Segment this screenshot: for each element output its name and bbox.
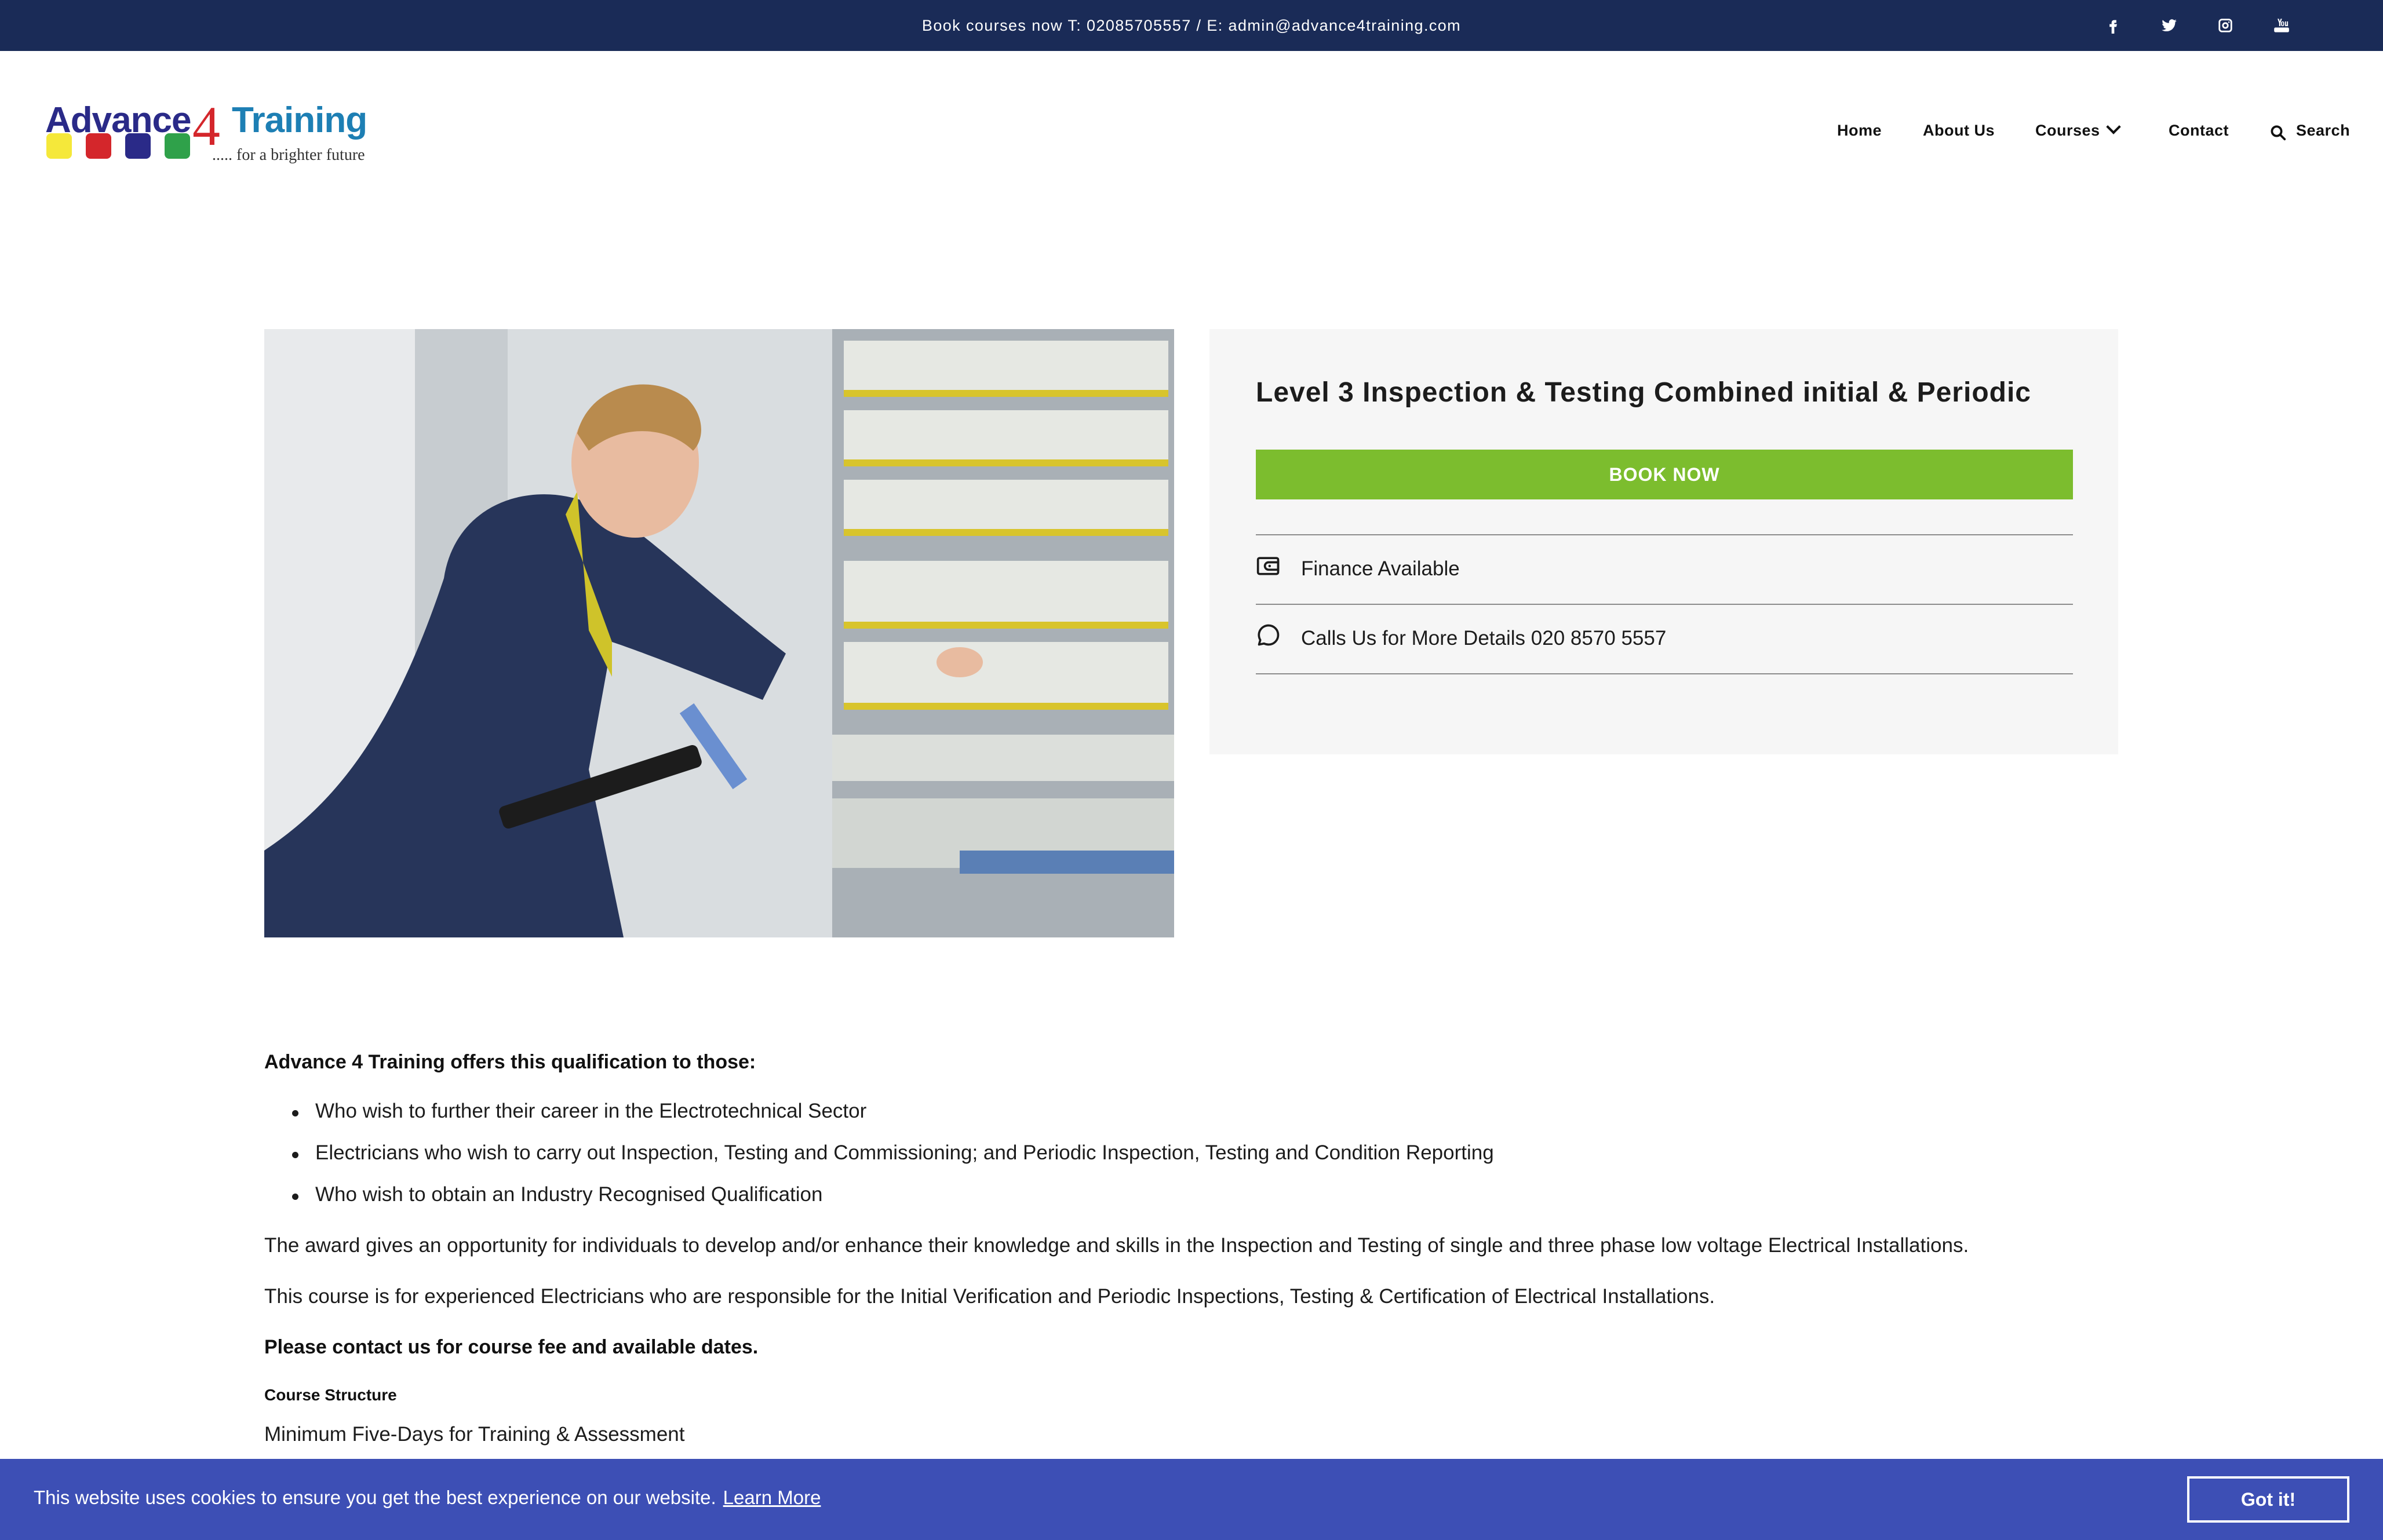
logo-square-green [165,133,190,159]
paragraph-award: The award gives an opportunity for indiv… [264,1234,1969,1257]
contact-banner: Book courses now T: 02085705557 / E: adm… [921,17,1462,34]
nav-contact[interactable]: Contact [2169,122,2229,140]
facebook-icon[interactable] [2103,15,2123,36]
nav-home[interactable]: Home [1837,122,1882,140]
logo-square-red [86,133,111,159]
search-icon[interactable] [2269,124,2287,141]
nav-search[interactable]: Search [2296,122,2350,140]
course-structure-heading: Course Structure [264,1386,397,1404]
wallet-icon [1256,557,1280,575]
chevron-down-icon [2105,119,2121,134]
intro-heading: Advance 4 Training offers this qualifica… [264,1051,756,1073]
calls-row: Calls Us for More Details 020 8570 5557 [1256,605,2073,673]
card-divider [1256,673,2073,674]
list-item: Electricians who wish to carry out Inspe… [292,1141,1494,1164]
nav-about-us[interactable]: About Us [1923,122,1995,140]
nav-courses[interactable]: Courses [2035,119,2121,140]
book-now-button[interactable]: BOOK NOW [1256,450,2073,499]
list-item: Who wish to further their career in the … [292,1100,867,1122]
learn-more-link[interactable]: Learn More [723,1487,821,1508]
cookie-banner: This website uses cookies to ensure you … [0,1459,2383,1540]
site-header: Advance 4 Training ..... for a brighter … [0,51,2383,213]
top-bar: Book courses now T: 02085705557 / E: adm… [0,0,2383,51]
chat-bubble-icon [1258,624,1280,646]
logo-square-blue [125,133,151,159]
cookie-message: This website uses cookies to ensure you … [34,1487,821,1509]
course-info-card: Level 3 Inspection & Testing Combined in… [1209,329,2118,754]
youtube-icon[interactable] [2271,15,2292,36]
finance-row: Finance Available [1256,535,2073,604]
logo-word-training: Training [232,100,367,140]
list-item: Who wish to obtain an Industry Recognise… [292,1183,823,1206]
logo-tagline: ..... for a brighter future [212,146,365,164]
course-title: Level 3 Inspection & Testing Combined in… [1256,377,2031,408]
contact-note: Please contact us for course fee and ava… [264,1336,759,1358]
calls-text: Calls Us for More Details 020 8570 5557 [1301,627,1667,649]
course-structure-text: Minimum Five-Days for Training & Assessm… [264,1423,685,1446]
finance-text: Finance Available [1301,557,1460,580]
course-hero-image [264,329,1174,937]
cookie-text: This website uses cookies to ensure you … [34,1487,716,1508]
instagram-icon[interactable] [2215,15,2236,36]
nav-courses-label: Courses [2035,122,2100,139]
paragraph-audience: This course is for experienced Electrici… [264,1285,1715,1308]
logo-square-yellow [46,133,72,159]
cookie-accept-button[interactable]: Got it! [2187,1476,2349,1523]
twitter-icon[interactable] [2159,15,2180,36]
